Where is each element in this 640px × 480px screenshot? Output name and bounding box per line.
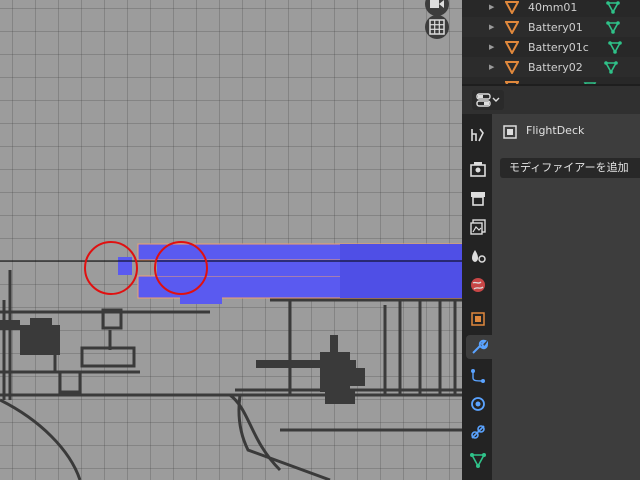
tab-render[interactable]	[466, 157, 490, 181]
physics-icon	[471, 397, 485, 411]
expand-arrow-icon[interactable]: ▶	[489, 43, 494, 51]
outliner-item-label: Battery02	[528, 60, 583, 74]
tab-modifiers[interactable]	[466, 335, 492, 359]
modifier-properties-panel: FlightDeck モディファイアーを追加	[492, 114, 640, 480]
outliner-item-label: 40mm01	[528, 0, 578, 14]
outliner-item-label: Battery01c	[528, 40, 589, 54]
tool-icon	[471, 128, 484, 142]
outliner[interactable]: ▶ 40mm01 ▶ Battery01 ▶ Battery01c ▶ Batt…	[462, 0, 640, 84]
selected-flightdeck-object[interactable]	[118, 243, 462, 304]
tab-tool[interactable]	[466, 123, 490, 147]
grid-icon	[429, 19, 445, 35]
tab-view-layer[interactable]	[466, 215, 490, 239]
editor-type-button[interactable]	[472, 90, 504, 110]
mesh-data-icon	[604, 61, 618, 74]
add-modifier-button[interactable]: モディファイアーを追加	[500, 158, 640, 178]
object-name-label: FlightDeck	[526, 124, 585, 137]
properties-header	[462, 84, 640, 114]
modifier-wrench-icon	[472, 339, 488, 354]
tab-object[interactable]	[466, 307, 490, 331]
tab-object-data[interactable]	[466, 448, 490, 472]
expand-arrow-icon[interactable]: ▶	[489, 3, 494, 11]
mesh-data-icon	[606, 21, 620, 34]
particles-icon	[471, 369, 485, 383]
outliner-row[interactable]: ▶ Battery01	[462, 17, 640, 37]
expand-arrow-icon[interactable]: ▶	[489, 23, 494, 31]
mesh-object-icon	[505, 21, 519, 34]
3d-viewport[interactable]	[0, 0, 462, 480]
camera-icon	[430, 0, 444, 8]
object-icon	[471, 312, 485, 326]
tab-scene[interactable]	[466, 244, 490, 268]
outliner-row[interactable]: ▶ Battery01c	[462, 37, 640, 57]
scene-icon	[472, 250, 486, 263]
view-layer-icon	[470, 219, 486, 235]
outliner-item-label: Battery01	[528, 20, 583, 34]
properties-editor-icon	[476, 93, 500, 107]
outliner-row[interactable]: ▶ Battery02	[462, 57, 640, 77]
object-data-icon	[470, 453, 486, 468]
ortho-grid-button[interactable]	[425, 15, 449, 39]
mesh-object-icon	[505, 41, 519, 54]
outliner-row[interactable]: ▶ 40mm01	[462, 0, 640, 17]
mesh-object-icon	[505, 1, 519, 14]
tab-output[interactable]	[466, 186, 490, 210]
tab-constraints[interactable]	[466, 420, 490, 444]
world-icon	[471, 278, 485, 292]
tab-world[interactable]	[466, 273, 490, 297]
outliner-row-partial[interactable]: ▶	[462, 77, 640, 84]
render-icon	[470, 162, 486, 177]
properties-tabs	[462, 114, 492, 480]
object-mesh-icon	[503, 125, 517, 139]
mesh-object-icon	[505, 61, 519, 74]
expand-arrow-icon[interactable]: ▶	[489, 63, 494, 71]
tab-physics[interactable]	[466, 392, 490, 416]
output-icon	[471, 192, 485, 206]
ship-line-art	[0, 270, 462, 480]
mesh-data-icon	[606, 1, 620, 14]
mesh-data-icon	[608, 41, 622, 54]
tab-particles[interactable]	[466, 364, 490, 388]
ship-detail-boxes	[58, 308, 136, 394]
constraints-icon	[471, 425, 485, 439]
viewport-scene	[0, 241, 462, 480]
